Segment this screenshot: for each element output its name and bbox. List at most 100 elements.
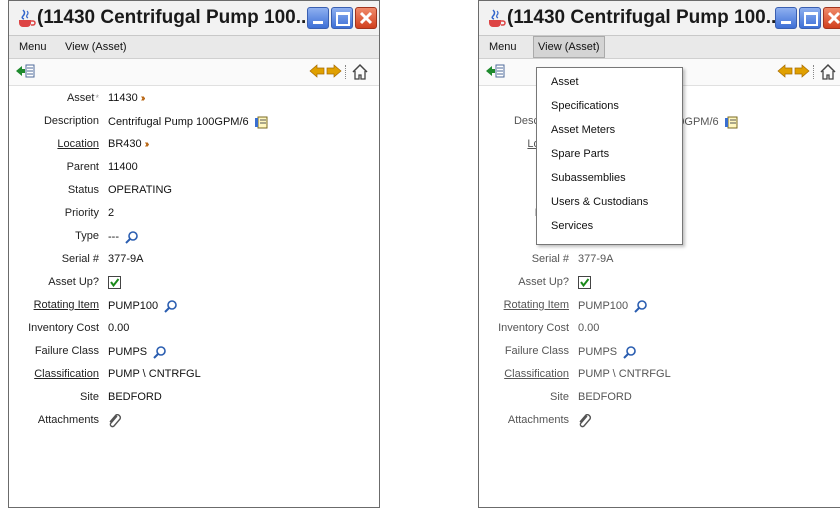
lookup-magnifier-icon[interactable] [623, 345, 637, 359]
row-serial: Serial # 377-9A [479, 250, 839, 272]
lookup-magnifier-icon[interactable] [164, 299, 178, 313]
toolbar-separator [813, 65, 815, 79]
row-description: Description Centrifugal Pump 100GPM/6 [9, 112, 369, 134]
rotating-item-link[interactable]: Rotating Item [504, 299, 569, 311]
classification-value: PUMP \ CNTRFGL [108, 368, 201, 380]
inventory-cost-value: 0.00 [108, 322, 130, 334]
previous-record-icon[interactable] [777, 63, 793, 79]
minimize-button[interactable] [307, 7, 329, 29]
close-button[interactable] [823, 7, 840, 29]
menu-item-users-custodians[interactable]: Users & Custodians [551, 192, 648, 212]
status-label: Status [67, 184, 99, 196]
row-parent: Parent 11400 [9, 158, 369, 180]
row-site: Site BEDFORD [9, 388, 369, 410]
previous-record-icon[interactable] [309, 63, 325, 79]
failure-class-value: PUMPS [108, 345, 167, 359]
attachments-value [578, 414, 592, 431]
site-label: Site [80, 391, 99, 403]
row-inventory-cost: Inventory Cost 0.00 [479, 319, 839, 341]
menu-item-services[interactable]: Services [551, 216, 593, 236]
asset-up-checkbox[interactable] [108, 276, 121, 289]
lookup-magnifier-icon[interactable] [153, 345, 167, 359]
next-record-icon[interactable] [326, 63, 342, 79]
type-value: --- [108, 230, 139, 244]
row-classification: Classification PUMP \ CNTRFGL [479, 365, 839, 387]
menu-menu[interactable]: Menu [15, 36, 51, 58]
menu-view-asset[interactable]: View (Asset) [533, 36, 605, 58]
minimize-icon [313, 21, 323, 24]
view-asset-dropdown-menu: Asset Specifications Asset Meters Spare … [536, 67, 683, 245]
checkmark-icon [110, 278, 120, 288]
maximize-button[interactable] [331, 7, 353, 29]
asset-up-label: Asset Up? [48, 276, 99, 288]
menu-item-asset-meters[interactable]: Asset Meters [551, 120, 615, 140]
paperclip-icon[interactable] [108, 414, 122, 428]
classification-value: PUMP \ CNTRFGL [578, 368, 671, 380]
menu-menu[interactable]: Menu [485, 36, 521, 58]
long-description-icon[interactable] [254, 115, 269, 129]
back-to-list-icon[interactable] [15, 63, 35, 79]
priority-value: 2 [108, 207, 115, 219]
drilldown-icon[interactable]: ›› [141, 93, 145, 104]
site-value: BEDFORD [578, 391, 632, 403]
attachments-value [108, 414, 122, 431]
java-cup-icon [489, 9, 506, 27]
asset-up-value [104, 276, 121, 289]
row-failure-class: Failure Class PUMPS [9, 342, 369, 364]
title-bar[interactable]: (11430 Centrifugal Pump 100... [9, 1, 379, 36]
location-link[interactable]: Location [57, 138, 99, 150]
maximize-button[interactable] [799, 7, 821, 29]
row-location: Location BR430 ›› [9, 135, 369, 157]
rotating-item-value: PUMP100 [108, 299, 178, 313]
window-title: (11430 Centrifugal Pump 100... [37, 7, 312, 28]
menu-item-spare-parts[interactable]: Spare Parts [551, 144, 609, 164]
paperclip-icon[interactable] [578, 414, 592, 428]
menu-view-asset[interactable]: View (Asset) [61, 36, 131, 58]
row-asset-up: Asset Up? [9, 273, 369, 295]
priority-label: Priority [64, 207, 99, 219]
asset-up-checkbox[interactable] [578, 276, 591, 289]
home-icon[interactable] [819, 63, 837, 81]
row-classification: Classification PUMP \ CNTRFGL [9, 365, 369, 387]
asset-window-with-view-menu: (11430 Centrifugal Pump 100... Menu View… [478, 0, 840, 508]
serial-label: Serial # [531, 253, 569, 265]
window-title: (11430 Centrifugal Pump 100... [507, 7, 782, 28]
next-record-icon[interactable] [794, 63, 810, 79]
status-value: OPERATING [108, 184, 172, 196]
rotating-item-link[interactable]: Rotating Item [34, 299, 99, 311]
long-description-icon[interactable] [724, 115, 739, 129]
inventory-cost-label: Inventory Cost [28, 322, 99, 334]
menu-item-asset[interactable]: Asset [551, 72, 579, 92]
minimize-button[interactable] [775, 7, 797, 29]
site-label: Site [550, 391, 569, 403]
classification-link[interactable]: Classification [34, 368, 99, 380]
back-to-list-icon[interactable] [485, 63, 505, 79]
row-attachments: Attachments [479, 411, 839, 433]
row-status: Status OPERATING [9, 181, 369, 203]
close-button[interactable] [355, 7, 377, 29]
type-label: Type [75, 230, 99, 242]
menu-bar: Menu View (Asset) [9, 36, 379, 59]
title-bar[interactable]: (11430 Centrifugal Pump 100... [479, 1, 840, 36]
parent-label: Parent [66, 161, 99, 173]
row-site: Site BEDFORD [479, 388, 839, 410]
row-type: Type --- [9, 227, 369, 249]
menu-item-subassemblies[interactable]: Subassemblies [551, 168, 626, 188]
row-failure-class: Failure Class PUMPS [479, 342, 839, 364]
failure-class-value: PUMPS [578, 345, 637, 359]
location-value: BR430 ›› [108, 138, 149, 150]
serial-label: Serial # [61, 253, 99, 265]
classification-link[interactable]: Classification [504, 368, 569, 380]
home-icon[interactable] [351, 63, 369, 81]
lookup-magnifier-icon[interactable] [634, 299, 648, 313]
rotating-item-value: PUMP100 [578, 299, 648, 313]
serial-value: 377-9A [578, 253, 614, 265]
java-cup-icon [19, 9, 36, 27]
attachments-label: Attachments [507, 414, 569, 426]
attachments-label: Attachments [37, 414, 99, 426]
menu-item-specifications[interactable]: Specifications [551, 96, 619, 116]
drilldown-icon[interactable]: ›› [145, 139, 149, 150]
lookup-magnifier-icon[interactable] [125, 230, 139, 244]
row-asset: Asset* 11430 ›› [9, 89, 369, 111]
row-rotating-item: Rotating Item PUMP100 [479, 296, 839, 318]
